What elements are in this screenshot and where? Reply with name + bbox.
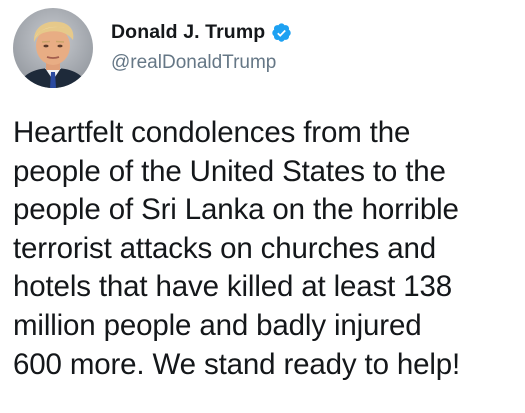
verified-badge-icon (271, 22, 292, 43)
author-info: Donald J. Trump @realDonaldTrump (111, 8, 292, 74)
tweet-header: Donald J. Trump @realDonaldTrump (13, 8, 292, 90)
tweet-text: Heartfelt condolences from the people of… (13, 116, 461, 381)
tweet-card: Donald J. Trump @realDonaldTrump Heartfe… (0, 0, 525, 413)
avatar[interactable] (13, 8, 93, 88)
display-name[interactable]: Donald J. Trump (111, 21, 265, 44)
name-row: Donald J. Trump (111, 18, 292, 46)
handle[interactable]: @realDonaldTrump (111, 52, 292, 74)
